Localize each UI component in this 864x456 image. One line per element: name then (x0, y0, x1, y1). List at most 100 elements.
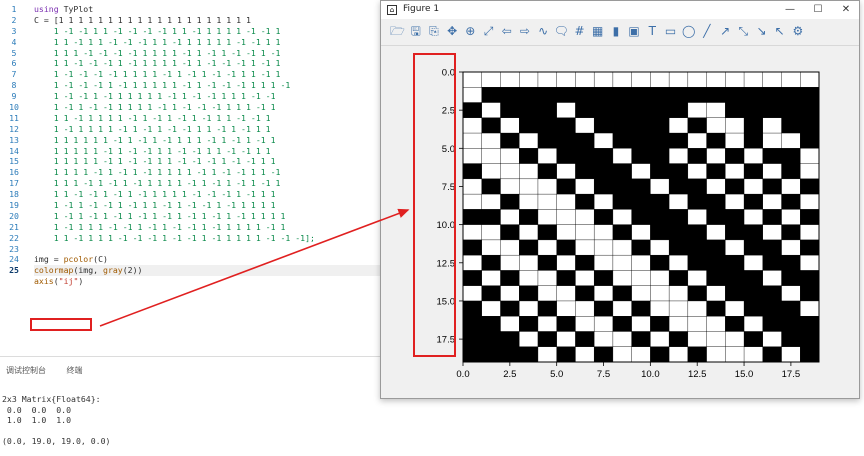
code-line[interactable]: C = [1 1 1 1 1 1 1 1 1 1 1 1 1 1 1 1 1 1… (34, 15, 384, 26)
heatmap-cell (537, 331, 558, 348)
code-line[interactable]: 1 1 1 1 1 -1 1 -1 -1 1 1 -1 -1 -1 1 -1 -… (34, 156, 384, 167)
code-line[interactable]: img = pcolor(C) (34, 254, 384, 265)
heatmap-cell (537, 300, 558, 317)
heatmap-cell (631, 209, 651, 226)
heatmap-cell (725, 270, 745, 287)
close-button[interactable]: ✕ (833, 2, 859, 18)
heatmap-cell (500, 331, 520, 348)
code-line[interactable]: colormap(img, gray(2)) (34, 265, 384, 277)
figure-titlebar[interactable]: ⌂ Figure 1 — ☐ ✕ (381, 1, 859, 19)
curve-icon[interactable]: ∿ (535, 23, 552, 40)
heatmap-cell (631, 117, 651, 134)
heatmap-cell (650, 102, 670, 119)
code-line[interactable]: 1 1 -1 -1 1 -1 1 -1 1 1 1 1 -1 -1 -1 1 -… (34, 189, 384, 200)
heatmap-cell (462, 285, 483, 302)
double-arrow-icon[interactable]: ⤡ (735, 23, 752, 40)
code-line[interactable]: 1 1 -1 1 1 1 -1 -1 -1 1 -1 -1 1 -1 1 1 1… (34, 233, 384, 244)
export-icon[interactable]: ⎘ (425, 23, 442, 40)
code-line[interactable]: 1 -1 -1 -1 -1 1 1 1 1 -1 1 -1 1 -1 -1 1 … (34, 69, 384, 80)
code-line[interactable]: 1 -1 1 1 1 1 -1 1 -1 1 -1 -1 1 1 -1 1 -1… (34, 124, 384, 135)
code-line[interactable]: 1 1 1 -1 -1 -1 -1 1 1 1 1 -1 1 -1 1 -1 -… (34, 48, 384, 59)
zoom-fit-icon[interactable]: ⤢ (480, 23, 497, 40)
heatmap-cell (725, 239, 745, 256)
code-editor[interactable]: 1 2 3 4 5 6 7 8 9 10 11 12 13 14 15 16 17 18 19 20 21 22 23 24 2… (0, 0, 384, 334)
heatmap-cell (762, 254, 782, 271)
heatmap-cell (743, 224, 764, 241)
code-line[interactable]: 1 -1 -1 1 -1 1 1 1 1 1 -1 1 -1 -1 1 1 1 … (34, 91, 384, 102)
heatmap-cell (631, 270, 651, 287)
code-line[interactable]: 1 -1 -1 -1 1 -1 1 1 1 1 1 -1 1 -1 -1 -1 … (34, 80, 384, 91)
ellipse-icon[interactable]: ◯ (680, 23, 697, 40)
code-line[interactable]: 1 -1 -1 1 1 -1 -1 -1 -1 1 1 -1 1 1 1 1 -… (34, 26, 384, 37)
code-line[interactable]: 1 1 -1 -1 -1 1 -1 1 1 1 1 -1 1 -1 -1 -1 … (34, 58, 384, 69)
heatmap-cell (537, 148, 558, 164)
code-line[interactable]: 1 1 1 -1 1 -1 1 -1 1 1 1 1 -1 1 -1 1 -1 … (34, 178, 384, 189)
heatmap-cell (800, 270, 820, 287)
table-icon[interactable]: ▦ (589, 23, 606, 40)
tab-debug-console[interactable]: 调试控制台 (6, 366, 46, 375)
heatmap-cell (575, 132, 595, 149)
figure-toolbar: 🗁 🖫 ⎘ ✥ ⊕ ⤢ ⇦ ⇨ ∿ 🗨 # ▦ ▮ ▣ T ▭ ◯ ╱ ↗ ⤡ ↘ ↖ ⚙ (381, 19, 859, 46)
diagonal-arrow-icon[interactable]: ↘ (753, 23, 770, 40)
code-line[interactable]: using TyPlot (34, 4, 384, 15)
back-icon[interactable]: ⇦ (498, 23, 515, 40)
console-line: 1.0 1.0 1.0 (2, 415, 72, 425)
code-line[interactable]: 1 1 1 1 1 -1 1 -1 -1 1 1 -1 -1 1 1 -1 -1… (34, 146, 384, 157)
code-line[interactable]: axis("ij") (34, 276, 384, 287)
code-line[interactable]: 1 1 -1 1 1 -1 -1 -1 1 1 -1 1 1 1 1 1 -1 … (34, 37, 384, 48)
code-line[interactable]: 1 1 1 1 1 1 -1 1 -1 1 -1 1 1 1 -1 1 -1 1… (34, 135, 384, 146)
minimize-button[interactable]: — (777, 2, 803, 18)
heatmap-cell (650, 300, 670, 317)
code-token: pcolor (63, 254, 94, 265)
annotate-icon[interactable]: 🗨 (553, 23, 570, 40)
rectangle-icon[interactable]: ▭ (662, 23, 679, 40)
zoom-icon[interactable]: ⊕ (462, 23, 479, 40)
colorbar-icon[interactable]: ▮ (607, 23, 624, 40)
settings-icon[interactable]: ⚙ (789, 23, 806, 40)
pointer-icon[interactable]: ↖ (771, 23, 788, 40)
legend-icon[interactable]: ▣ (626, 23, 643, 40)
forward-icon[interactable]: ⇨ (516, 23, 533, 40)
panel-tabs: 调试控制台 终端 (6, 365, 101, 376)
grid-icon[interactable]: # (571, 23, 588, 40)
maximize-button[interactable]: ☐ (805, 2, 831, 18)
arrow-icon[interactable]: ↗ (717, 23, 734, 40)
open-icon[interactable]: 🗁 (389, 23, 406, 40)
heatmap-cell (706, 285, 726, 302)
pan-icon[interactable]: ✥ (444, 23, 461, 40)
heatmap-cell (481, 285, 501, 302)
heatmap-cell (762, 87, 782, 103)
code-line[interactable] (34, 244, 384, 255)
code-line[interactable]: 1 -1 1 -1 1 -1 1 -1 1 -1 1 -1 1 -1 1 -1 … (34, 211, 384, 222)
save-icon[interactable]: 🖫 (407, 23, 424, 40)
heatmap-cell (519, 254, 539, 271)
line-icon[interactable]: ╱ (698, 23, 715, 40)
code-token: 1 1 -1 1 1 -1 -1 -1 1 1 -1 1 1 1 1 1 -1 … (34, 36, 281, 47)
code-line[interactable]: 1 -1 1 -1 -1 1 -1 1 1 -1 1 -1 -1 1 -1 1 … (34, 200, 384, 211)
heatmap-cell (481, 132, 501, 149)
heatmap-cell (687, 270, 707, 287)
heatmap-cell (481, 270, 501, 287)
code-line[interactable]: 1 1 -1 1 1 1 1 -1 1 -1 1 -1 1 -1 1 1 -1 … (34, 113, 384, 124)
heatmap-cell (781, 87, 801, 103)
heatmap-cell (462, 132, 483, 149)
line-number: 13 (9, 134, 19, 145)
tab-terminal[interactable]: 终端 (67, 366, 83, 375)
heatmap-cell (462, 87, 483, 103)
heatmap-cell (781, 178, 801, 195)
textbox-icon[interactable]: T (644, 23, 661, 40)
heatmap-cell (593, 270, 614, 287)
heatmap-cell (481, 331, 501, 348)
heatmap-cell (575, 300, 595, 317)
heatmap-cell (725, 346, 745, 363)
code-line[interactable]: 1 -1 1 1 1 -1 -1 1 -1 1 -1 -1 1 -1 1 1 1… (34, 222, 384, 233)
heatmap-cell (800, 209, 820, 226)
highlight-box-axis-call (30, 318, 92, 331)
code-line[interactable]: 1 -1 1 -1 -1 1 1 1 1 -1 1 -1 -1 -1 1 1 1… (34, 102, 384, 113)
heatmap-cell (650, 254, 670, 271)
code-token: 1 -1 -1 -1 1 -1 1 1 1 1 1 -1 1 -1 -1 -1 … (34, 80, 291, 91)
heatmap-cell (762, 316, 782, 332)
code-line[interactable]: 1 1 1 1 -1 1 -1 1 -1 1 1 1 1 -1 1 -1 -1 … (34, 167, 384, 178)
heatmap-cell (800, 224, 820, 241)
code-area[interactable]: using TyPlot C = [1 1 1 1 1 1 1 1 1 1 1 1… (34, 4, 384, 287)
